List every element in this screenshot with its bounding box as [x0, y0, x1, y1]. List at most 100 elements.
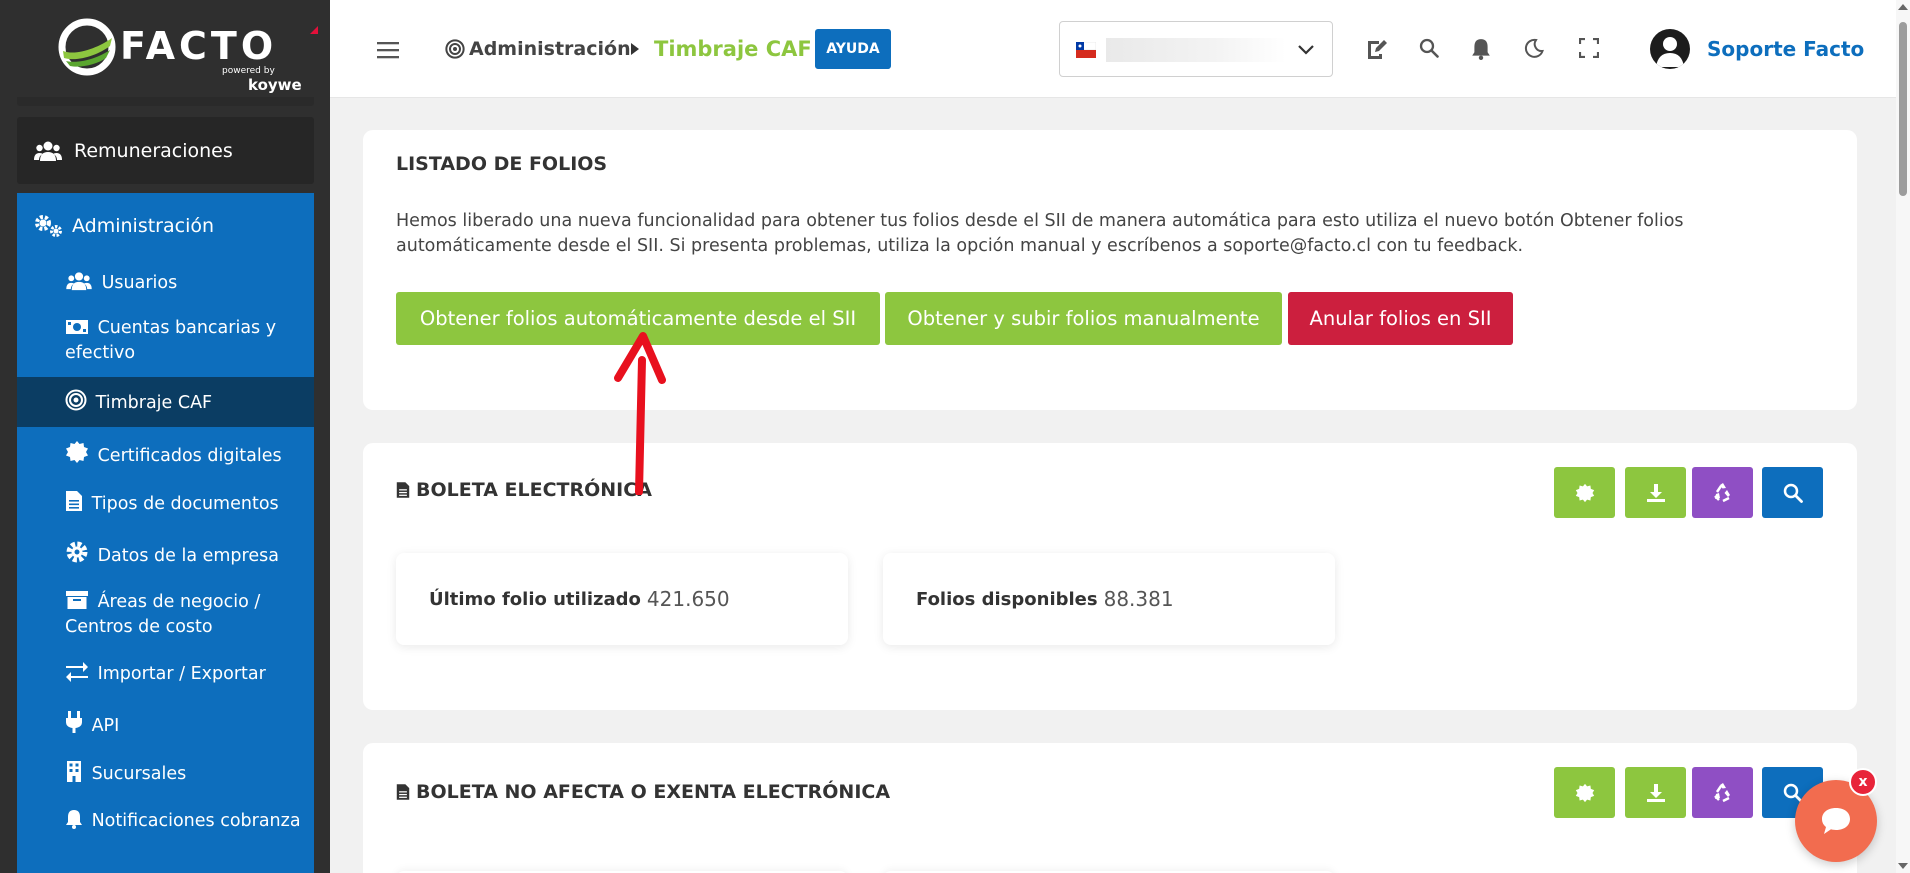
annotation-arrow — [614, 332, 666, 495]
powered-by: powered by — [222, 66, 275, 76]
sidebar-item-cuentas-bancarias[interactable]: Cuentas bancarias y efectivo — [17, 307, 314, 377]
search-action-button[interactable] — [1762, 467, 1823, 518]
bell-icon — [66, 810, 82, 829]
user-name[interactable]: Soporte Facto — [1707, 37, 1864, 61]
available-folios-value: 88.381 — [1103, 587, 1174, 611]
facto-logo-icon — [58, 18, 116, 76]
available-folios-stat: Folios disponibles 88.381 — [883, 553, 1335, 645]
chile-flag-icon — [1076, 42, 1096, 58]
sidebar-item-label: API — [91, 716, 120, 736]
folios-title: LISTADO DE FOLIOS — [396, 153, 608, 175]
certificate-action-button[interactable] — [1554, 467, 1615, 518]
sidebar-item-importar-exportar[interactable]: Importar / Exportar — [17, 647, 314, 697]
money-icon — [66, 320, 88, 334]
sidebar-item-administracion[interactable]: Administración — [34, 214, 214, 238]
folios-card: LISTADO DE FOLIOS Hemos liberado una nue… — [363, 130, 1857, 410]
sidebar-collapsed-item — [17, 97, 314, 106]
fullscreen-icon[interactable] — [1579, 38, 1599, 58]
certificate-icon — [1575, 783, 1594, 802]
download-icon — [1646, 483, 1665, 502]
sidebar-section-administracion: Administración Usuarios Cuentas bancaria… — [17, 193, 314, 873]
sidebar-item-label: Tipos de documentos — [91, 494, 279, 514]
folios-info-text: Hemos liberado una nueva funcionalidad p… — [396, 211, 1684, 256]
certificate-action-button[interactable] — [1554, 767, 1615, 818]
archive-icon — [66, 591, 88, 609]
chevron-down-icon — [1298, 45, 1314, 55]
sidebar-item-label: Áreas de negocio / Centros de costo — [65, 592, 261, 637]
sidebar-item-label: Datos de la empresa — [97, 546, 279, 566]
sidebar-item-areas-negocio[interactable]: Áreas de negocio / Centros de costo — [17, 577, 314, 647]
help-button[interactable]: AYUDA — [815, 29, 891, 69]
sidebar-item-certificados[interactable]: Certificados digitales — [17, 427, 314, 477]
page-scrollbar[interactable] — [1896, 0, 1910, 873]
edit-document-icon[interactable] — [1366, 38, 1388, 60]
document-icon — [66, 491, 82, 511]
sidebar: FACTO powered by koywe Remuneraciones Ad… — [0, 0, 330, 873]
hamburger-menu-icon[interactable] — [377, 41, 399, 59]
plug-icon — [66, 711, 82, 733]
sidebar-item-remuneraciones[interactable]: Remuneraciones — [17, 117, 314, 184]
boleta-no-afecta-card: BOLETA NO AFECTA O EXENTA ELECTRÓNICA — [363, 743, 1857, 873]
partner-name: koywe — [248, 76, 302, 94]
cancel-folios-button[interactable]: Anular folios en SII — [1288, 292, 1513, 345]
target-icon — [445, 39, 465, 59]
sidebar-item-label: Timbraje CAF — [95, 393, 213, 413]
search-icon[interactable] — [1419, 38, 1439, 58]
target-icon — [65, 389, 87, 411]
scroll-up-arrow[interactable] — [1898, 4, 1908, 10]
user-icon — [1656, 37, 1684, 67]
document-icon — [396, 482, 410, 498]
certificate-icon — [1575, 483, 1594, 502]
download-action-button[interactable] — [1625, 467, 1686, 518]
sidebar-item-label: Sucursales — [91, 764, 187, 784]
sidebar-item-label: Importar / Exportar — [97, 664, 266, 684]
obtain-folios-manual-button[interactable]: Obtener y subir folios manualmente — [885, 292, 1282, 345]
exchange-icon — [66, 662, 88, 682]
recycle-icon — [1713, 782, 1730, 802]
sidebar-item-timbraje-caf[interactable]: Timbraje CAF — [17, 377, 314, 427]
download-icon — [1646, 783, 1665, 802]
gear-icon — [66, 541, 88, 563]
sidebar-item-usuarios[interactable]: Usuarios — [17, 261, 314, 307]
caret-right-icon — [631, 43, 639, 55]
certificate-icon — [66, 441, 88, 463]
avatar[interactable] — [1650, 29, 1690, 69]
sidebar-item-api[interactable]: API — [17, 697, 314, 747]
available-folios-label: Folios disponibles — [916, 588, 1098, 610]
scroll-down-arrow[interactable] — [1898, 863, 1908, 869]
sidebar-item-label: Certificados digitales — [97, 446, 282, 466]
users-icon — [34, 141, 62, 161]
users-icon — [66, 272, 92, 291]
download-action-button[interactable] — [1625, 767, 1686, 818]
sidebar-item-label: Usuarios — [101, 273, 178, 293]
breadcrumb-label: Administración — [469, 38, 631, 60]
sidebar-item-sucursales[interactable]: Sucursales — [17, 747, 314, 797]
recycle-icon — [1713, 482, 1730, 502]
breadcrumb-current: Timbraje CAF — [654, 37, 812, 61]
sidebar-item-datos-empresa[interactable]: Datos de la empresa — [17, 527, 314, 577]
document-icon — [396, 784, 410, 800]
chat-close-button[interactable]: x — [1849, 768, 1877, 796]
boleta-card: BOLETA ELECTRÓNICA Último folio utilizad… — [363, 443, 1857, 710]
sidebar-item-tipos-documentos[interactable]: Tipos de documentos — [17, 477, 314, 527]
bell-icon[interactable] — [1471, 38, 1491, 60]
recycle-action-button[interactable] — [1692, 767, 1753, 818]
recycle-action-button[interactable] — [1692, 467, 1753, 518]
gears-icon — [35, 215, 62, 237]
last-folio-stat: Último folio utilizado 421.650 — [396, 553, 848, 645]
sidebar-item-notificaciones-cobranza[interactable]: Notificaciones cobranza — [17, 797, 314, 873]
chat-bubble-icon — [1822, 808, 1850, 834]
last-folio-label: Último folio utilizado — [429, 588, 641, 610]
company-select[interactable] — [1059, 21, 1333, 77]
sidebar-item-label: Cuentas bancarias y efectivo — [65, 318, 277, 363]
noafecta-title-row: BOLETA NO AFECTA O EXENTA ELECTRÓNICA — [396, 781, 890, 803]
last-folio-value: 421.650 — [646, 587, 730, 611]
top-header: Administración Timbraje CAF AYUDA Soport… — [330, 0, 1896, 98]
sidebar-item-label: Remuneraciones — [74, 139, 233, 162]
scroll-thumb[interactable] — [1899, 22, 1907, 196]
sidebar-item-label: Administración — [72, 215, 215, 237]
moon-icon[interactable] — [1524, 38, 1544, 58]
breadcrumb-administracion[interactable]: Administración — [445, 38, 631, 60]
building-icon — [67, 761, 81, 782]
noafecta-title: BOLETA NO AFECTA O EXENTA ELECTRÓNICA — [416, 781, 891, 803]
